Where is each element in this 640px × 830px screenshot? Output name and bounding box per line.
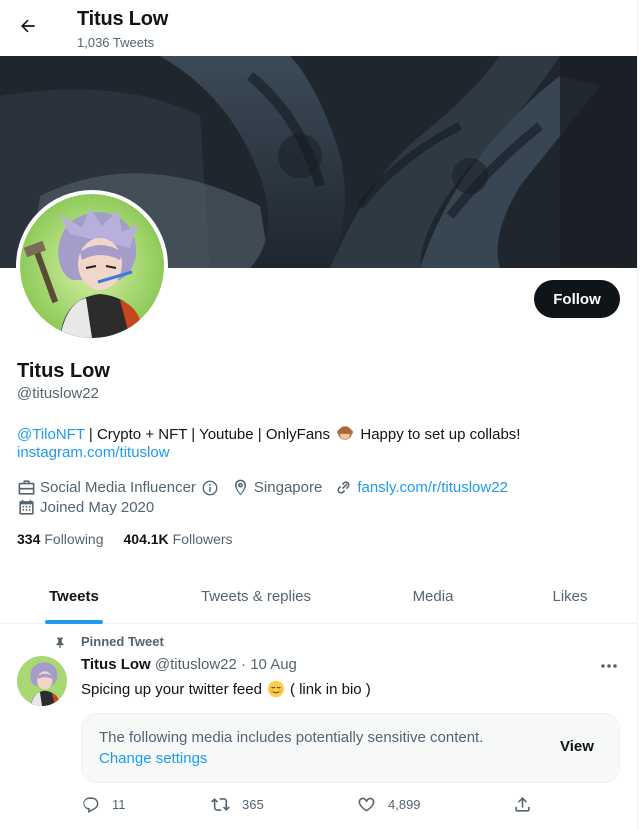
like-button[interactable]: 4,899 xyxy=(357,795,421,814)
reply-icon xyxy=(83,797,99,814)
tweet-author-handle[interactable]: @tituslow22 xyxy=(155,656,237,673)
tweet-avatar[interactable] xyxy=(17,656,67,706)
bio-instagram-link[interactable]: instagram.com/tituslow xyxy=(17,444,170,461)
following-link[interactable]: 334 Following xyxy=(17,531,104,547)
follow-button[interactable]: Follow xyxy=(534,280,620,318)
more-icon xyxy=(601,664,617,668)
profile-location: Singapore xyxy=(231,478,322,497)
tab-tweets-replies[interactable]: Tweets & replies xyxy=(148,569,364,624)
pinned-label: Pinned Tweet xyxy=(53,634,164,649)
profile-page: Titus Low 1,036 Tweets Follow Titus Low … xyxy=(0,0,638,830)
profile-website[interactable]: fansly.com/r/tituslow22 xyxy=(334,478,508,497)
header-tweet-count: 1,036 Tweets xyxy=(77,35,155,50)
avatar-image xyxy=(20,194,164,338)
tab-tweets[interactable]: Tweets xyxy=(0,569,148,624)
bio-text: | Crypto + NFT | Youtube | OnlyFans xyxy=(84,426,335,443)
reply-button[interactable]: 11 xyxy=(81,795,126,814)
tweet-actions: 11 365 4,899 xyxy=(81,795,541,819)
bio-text-collab: Happy to set up collabs! xyxy=(356,426,521,443)
active-tab-indicator xyxy=(45,620,103,624)
like-icon xyxy=(358,797,375,812)
sensitive-media-warning: The following media includes potentially… xyxy=(81,713,620,783)
profile-tabs: Tweets Tweets & replies Media Likes xyxy=(0,569,637,624)
profile-bio: @TiloNFT | Crypto + NFT | Youtube | Only… xyxy=(17,424,520,445)
profile-joined: Joined May 2020 xyxy=(17,498,166,517)
info-icon[interactable] xyxy=(201,479,219,497)
tweet-author-name[interactable]: Titus Low xyxy=(81,656,151,673)
tweet-more-button[interactable] xyxy=(596,655,622,677)
link-icon xyxy=(337,481,350,494)
change-settings-link[interactable]: Change settings xyxy=(99,750,207,767)
profile-meta-row: Social Media Influencer Singapore fansly… xyxy=(17,478,520,497)
retweet-button[interactable]: 365 xyxy=(211,795,264,814)
calendar-icon xyxy=(19,499,34,515)
retweet-icon xyxy=(211,798,230,811)
pin-icon xyxy=(56,637,64,648)
header-title: Titus Low xyxy=(77,8,169,30)
profile-avatar[interactable] xyxy=(16,190,168,342)
profile-counts: 334 Following 404.1K Followers xyxy=(17,531,253,547)
back-arrow-icon xyxy=(21,19,35,33)
relieved-face-emoji-icon xyxy=(267,680,285,698)
joined-item: Joined May 2020 xyxy=(17,498,154,517)
back-button[interactable] xyxy=(10,8,46,44)
monkey-emoji-icon xyxy=(336,424,354,442)
tweet-avatar-image xyxy=(17,656,67,706)
share-icon xyxy=(515,797,530,812)
bio-mention-link[interactable]: @TiloNFT xyxy=(17,426,85,443)
tab-media[interactable]: Media xyxy=(364,569,502,624)
followers-link[interactable]: 404.1K Followers xyxy=(124,531,233,547)
profile-handle: @tituslow22 xyxy=(17,385,99,402)
profile-category: Social Media Influencer xyxy=(17,478,219,497)
top-bar: Titus Low 1,036 Tweets xyxy=(0,0,637,56)
location-pin-icon xyxy=(234,479,246,496)
tweet-separator: · xyxy=(241,656,247,673)
sensitive-warning-text: The following media includes potentially… xyxy=(99,729,484,746)
tweet-header: Titus Low @tituslow22 · 10 Aug xyxy=(81,656,297,673)
tweet-date[interactable]: 10 Aug xyxy=(250,656,297,673)
briefcase-icon xyxy=(18,480,35,495)
view-media-button[interactable]: View xyxy=(560,738,594,755)
profile-name: Titus Low xyxy=(17,360,110,382)
tweet-text: Spicing up your twitter feed ( link in b… xyxy=(81,680,371,698)
tab-likes[interactable]: Likes xyxy=(502,569,637,624)
share-button[interactable] xyxy=(513,795,544,814)
